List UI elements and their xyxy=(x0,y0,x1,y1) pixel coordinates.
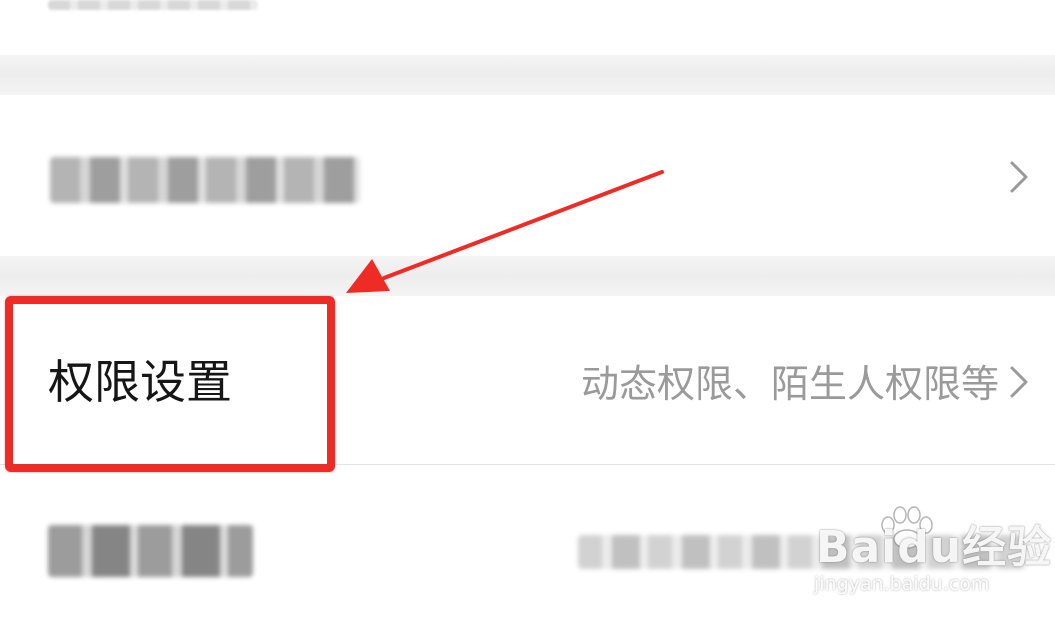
settings-row-obscured[interactable] xyxy=(0,95,1055,256)
permissions-value: 动态权限、陌生人权限等 xyxy=(580,362,999,406)
settings-row-obscured-bottom[interactable] xyxy=(0,465,1055,621)
settings-screen: 权限设置 动态权限、陌生人权限等 Baidu经验 jingyan.baidu.c… xyxy=(0,0,1055,621)
blurred-value xyxy=(578,535,1028,569)
chevron-right-icon xyxy=(1002,362,1036,402)
section-divider xyxy=(0,55,1055,95)
blurred-label xyxy=(48,525,253,577)
blurred-label xyxy=(48,0,258,10)
settings-row-permissions[interactable]: 权限设置 动态权限、陌生人权限等 xyxy=(0,296,1055,465)
permissions-label: 权限设置 xyxy=(48,355,232,409)
section-divider xyxy=(0,256,1055,296)
chevron-right-icon xyxy=(1002,157,1036,197)
blurred-label xyxy=(50,157,360,203)
settings-row-obscured-top[interactable] xyxy=(0,0,1055,55)
